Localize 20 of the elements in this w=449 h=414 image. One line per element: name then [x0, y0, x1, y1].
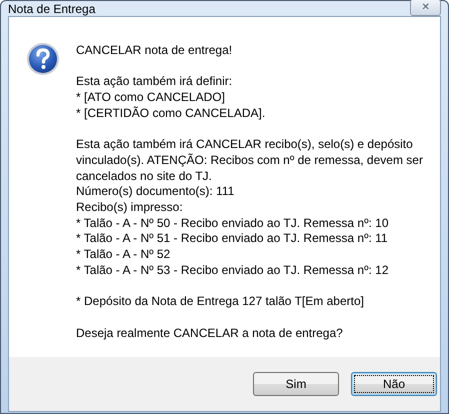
message-line: CANCELAR nota de entrega!: [76, 43, 234, 59]
message-line: * [CERTIDÃO como CANCELADA].: [76, 106, 266, 122]
message-line: * Talão - A - Nº 51 - Recibo enviado ao TJ. Remessa nº: 11: [76, 231, 389, 248]
message-line: Esta ação também irá definir:: [76, 74, 234, 90]
message-line: * [ATO como CANCELADO]: [76, 90, 226, 106]
window-title: Nota de Entrega: [8, 2, 96, 16]
question-icon: [26, 42, 60, 76]
message-line: * Depósito da Nota de Entrega 127 talão T[Em aberto]: [76, 294, 365, 310]
message-line: * Talão - A - Nº 50 - Recibo enviado ao TJ. Remessa nº: 10: [76, 216, 390, 232]
message-line: Deseja realmente CANCELAR a nota de entrega?: [76, 326, 344, 342]
message-line: Recibo(s) impresso:: [76, 200, 184, 216]
message-line: * Talão - A - Nº 53 - Recibo enviado ao TJ. Remessa nº: 12: [76, 262, 390, 279]
message-line: vinculado(s). ATENÇÃO: Recibos com nº de remessa, devem ser: [76, 152, 423, 169]
close-button[interactable]: ✕: [410, 0, 441, 16]
dialog-button[interactable]: Sim: [253, 372, 339, 396]
message-line: Número(s) documento(s): 111: [76, 184, 236, 200]
dialog-button[interactable]: Não: [351, 372, 437, 396]
message-line: cancelados no site do TJ.: [76, 168, 213, 184]
message-line: * Talão - A - Nº 52: [76, 247, 172, 263]
message-line: Esta ação também irá CANCELAR recibo(s), selo(s) e depósito: [76, 137, 414, 153]
